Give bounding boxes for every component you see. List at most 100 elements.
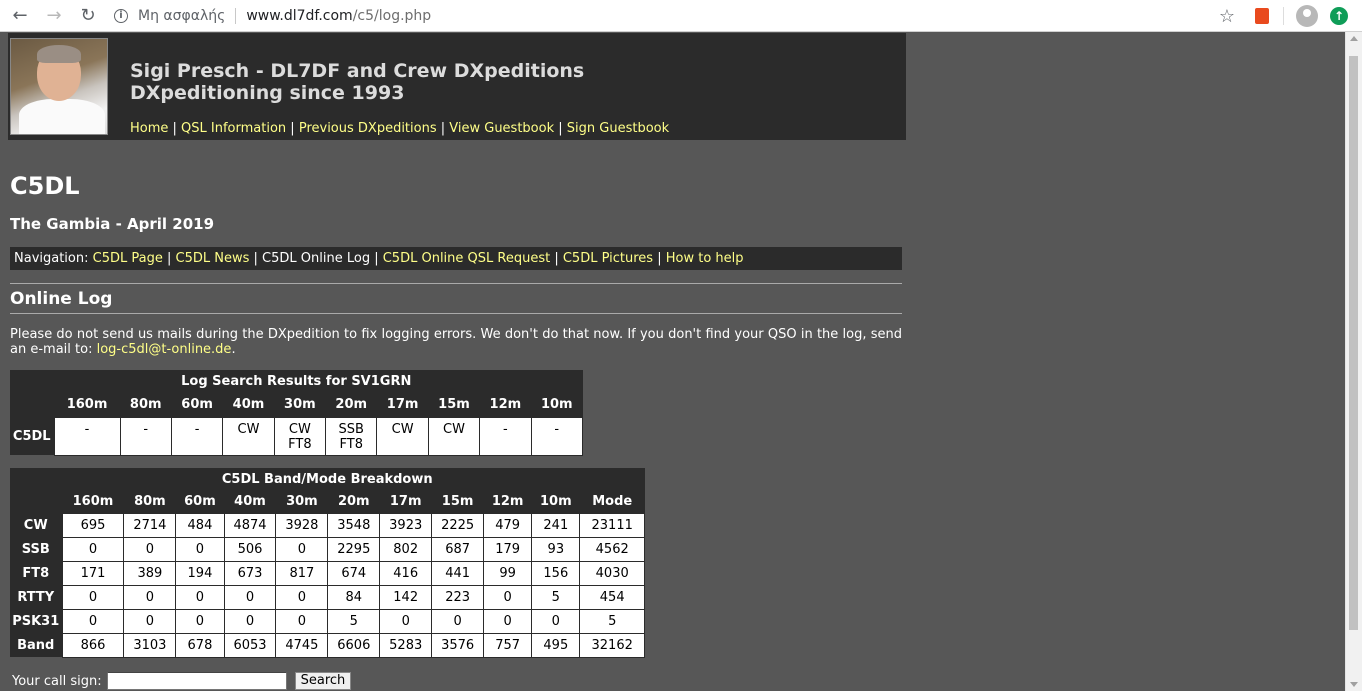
count-cell: 156	[531, 560, 581, 586]
forward-arrow-icon[interactable]: →	[42, 4, 66, 28]
site-title-line2: DXpeditioning since 1993	[130, 82, 405, 104]
row-label: PSK31	[10, 609, 62, 633]
count-cell: 0	[275, 536, 329, 562]
address-bar[interactable]: i Μη ασφαλής www.dl7df.com/c5/log.php	[114, 2, 431, 30]
author-portrait	[10, 38, 108, 135]
row-label: SSB	[10, 537, 62, 561]
top-navigation: Home | QSL Information | Previous DXpedi…	[130, 121, 670, 136]
count-cell: 3103	[123, 632, 177, 658]
count-cell: 416	[379, 560, 433, 586]
nav-link-how-to-help[interactable]: How to help	[666, 251, 744, 266]
scroll-down-icon[interactable]	[1350, 682, 1358, 687]
table-row: SSB 0 0 0 506 0 2295 802 687 179 93 4562	[10, 536, 645, 562]
count-cell: 5	[579, 608, 645, 634]
scroll-thumb[interactable]	[1349, 56, 1358, 630]
page-title: C5DL	[10, 172, 80, 200]
result-cell: CW	[427, 416, 481, 456]
notice-text: Please do not send us mails during the D…	[10, 327, 902, 357]
count-cell: 0	[379, 608, 433, 634]
count-cell: 84	[327, 584, 381, 610]
nav-link-online-qsl-request[interactable]: C5DL Online QSL Request	[383, 251, 550, 266]
row-label: CW	[10, 513, 62, 537]
nav-link-c5dl-news[interactable]: C5DL News	[176, 251, 250, 266]
nav-link-qsl-information[interactable]: QSL Information	[181, 121, 286, 136]
column-header: 160m	[62, 491, 124, 513]
count-cell: 5	[327, 608, 381, 634]
row-label: FT8	[10, 561, 62, 585]
count-cell: 674	[327, 560, 381, 586]
divider-top	[10, 283, 902, 284]
result-cell: CW	[222, 416, 275, 456]
reload-icon[interactable]: ↻	[76, 4, 100, 28]
result-cell: -	[53, 416, 121, 456]
count-cell: 0	[123, 584, 177, 610]
band-header: 160m	[54, 393, 121, 417]
nav-prefix: Navigation:	[14, 251, 93, 266]
count-cell: 3923	[379, 512, 433, 538]
band-mode-breakdown-table: C5DL Band/Mode Breakdown 160m 80m 60m 40m 30…	[10, 468, 645, 658]
result-cell: CW FT8	[273, 416, 327, 456]
result-cell: -	[170, 416, 224, 456]
table-row: FT8 171 389 194 673 817 674 416 441 99 156 4030	[10, 560, 645, 586]
url-divider	[235, 7, 237, 24]
column-header: Mode	[579, 491, 645, 513]
nav-link-c5dl-page[interactable]: C5DL Page	[93, 251, 163, 266]
count-cell: 2225	[431, 512, 485, 538]
count-cell: 5283	[379, 632, 433, 658]
bookmark-star-icon[interactable]: ☆	[1219, 6, 1235, 27]
count-cell: 0	[223, 608, 277, 634]
count-cell: 6053	[223, 632, 277, 658]
row-label: RTTY	[10, 585, 62, 609]
count-cell: 179	[483, 536, 533, 562]
nav-link-previous-dxpeditions[interactable]: Previous DXpeditions	[299, 121, 437, 136]
count-cell: 0	[531, 608, 581, 634]
column-header: 17m	[379, 491, 432, 513]
count-cell: 93	[531, 536, 581, 562]
count-cell: 0	[61, 584, 125, 610]
breakdown-caption: C5DL Band/Mode Breakdown	[10, 468, 645, 491]
notice-email-link[interactable]: log-c5dl@t-online.de	[97, 342, 232, 357]
result-cell: -	[479, 416, 532, 456]
scroll-up-icon[interactable]	[1350, 36, 1358, 41]
count-cell: 0	[123, 608, 177, 634]
count-cell: 506	[223, 536, 277, 562]
nav-link-c5dl-pictures[interactable]: C5DL Pictures	[563, 251, 653, 266]
column-header: 12m	[483, 491, 532, 513]
divider-bottom	[10, 313, 902, 314]
column-header: 10m	[531, 491, 580, 513]
result-cell: -	[530, 416, 584, 456]
count-cell: 0	[61, 536, 125, 562]
count-cell: 0	[175, 536, 225, 562]
section-title: Online Log	[10, 289, 113, 309]
nav-link-home[interactable]: Home	[130, 121, 168, 136]
row-label: Band	[10, 633, 62, 657]
toolbar-divider	[1283, 7, 1284, 25]
count-cell: 484	[175, 512, 225, 538]
band-header: 60m	[171, 393, 223, 417]
search-button[interactable]: Search	[294, 672, 352, 690]
count-cell: 23111	[579, 512, 645, 538]
band-header: 30m	[274, 393, 326, 417]
count-cell: 4030	[579, 560, 645, 586]
update-arrow-icon[interactable]: ↑	[1330, 7, 1348, 25]
search-label: Your call sign:	[12, 673, 102, 689]
count-cell: 802	[379, 536, 433, 562]
callsign-input[interactable]	[106, 672, 287, 690]
count-cell: 6606	[327, 632, 381, 658]
column-header: 40m	[224, 491, 276, 513]
back-arrow-icon[interactable]: ←	[8, 4, 32, 28]
office-extension-icon[interactable]	[1255, 8, 1269, 24]
callsign-search-form: Your call sign: Search	[12, 672, 352, 690]
count-cell: 5	[531, 584, 581, 610]
count-cell: 0	[175, 608, 225, 634]
nav-link-sign-guestbook[interactable]: Sign Guestbook	[567, 121, 669, 136]
count-cell: 142	[379, 584, 433, 610]
count-cell: 32162	[579, 632, 645, 658]
vertical-scrollbar[interactable]	[1345, 32, 1362, 691]
count-cell: 673	[223, 560, 277, 586]
count-cell: 817	[275, 560, 329, 586]
count-cell: 2295	[327, 536, 381, 562]
profile-avatar-icon[interactable]	[1296, 5, 1318, 27]
nav-link-view-guestbook[interactable]: View Guestbook	[449, 121, 554, 136]
info-icon[interactable]: i	[114, 8, 128, 23]
